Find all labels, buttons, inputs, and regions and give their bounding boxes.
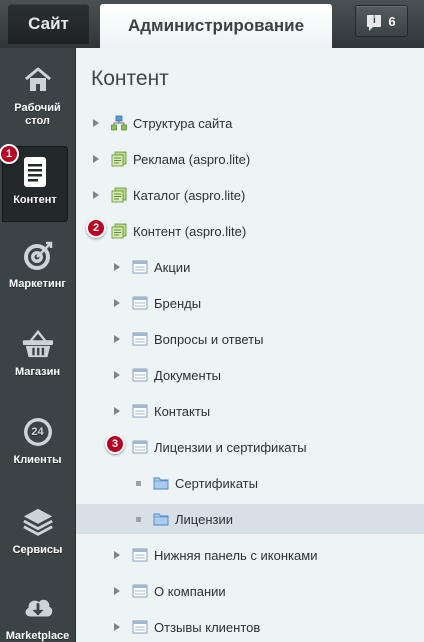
tab-site[interactable]: Сайт: [8, 4, 89, 44]
tree-item-contacts[interactable]: Контакты: [76, 396, 424, 426]
sidebar-item-label: Клиенты: [13, 454, 62, 466]
expand-arrow-icon[interactable]: [93, 119, 99, 127]
callout-badge-2: 2: [86, 218, 106, 238]
clients-24-icon-text: 24: [31, 425, 44, 438]
iblock-type-icon: [111, 187, 127, 203]
iblock-icon: [132, 368, 148, 382]
home-icon: [22, 64, 54, 96]
message-icon: i: [367, 15, 382, 31]
tree-item-about[interactable]: О компании: [76, 576, 424, 606]
tree-item-label: Отзывы клиентов: [154, 619, 261, 635]
tab-administration[interactable]: Администрирование: [100, 4, 332, 48]
document-icon: [19, 156, 51, 188]
sitemap-icon: [111, 115, 127, 131]
notifications-button[interactable]: i 6: [355, 5, 408, 37]
sidebar-item-label: Контент: [13, 194, 57, 206]
tree-item-content-aspro[interactable]: Контент (aspro.lite): [76, 216, 424, 246]
folder-icon: [153, 477, 169, 490]
expand-arrow-icon[interactable]: [114, 623, 120, 631]
tree-item-aktsii[interactable]: Акции: [76, 252, 424, 282]
iblock-icon: [132, 332, 148, 346]
folder-icon: [153, 513, 169, 526]
tree-item-reviews[interactable]: Отзывы клиентов: [76, 612, 424, 642]
iblock-icon: [132, 404, 148, 418]
tree-item-reklama[interactable]: Реклама (aspro.lite): [76, 144, 424, 174]
sidebar-item-label: Магазин: [14, 366, 61, 378]
callout-badge-3: 3: [105, 434, 125, 454]
tree-item-label: Каталог (aspro.lite): [133, 187, 246, 203]
tree-item-label: Акции: [154, 259, 191, 275]
iblock-icon: [132, 260, 148, 274]
sidebar-item-clients[interactable]: 24 Клиенты: [0, 416, 75, 492]
expand-arrow-icon[interactable]: [114, 299, 120, 307]
tree-item-label: О компании: [154, 583, 226, 599]
tree-item-label: Структура сайта: [133, 115, 233, 131]
callout-badge-1: 1: [0, 144, 19, 164]
tree-item-label: Лицензии: [175, 511, 233, 527]
iblock-type-icon: [111, 223, 127, 239]
cloud-download-icon: [22, 592, 54, 624]
layers-icon: [22, 506, 54, 538]
target-icon: [22, 240, 54, 272]
sidebar-item-label: Маркетинг: [9, 278, 66, 290]
sidebar-item-marketing[interactable]: Маркетинг: [0, 240, 75, 316]
expand-arrow-icon[interactable]: [114, 335, 120, 343]
sidebar-item-label: Сервисы: [12, 544, 63, 556]
tree-item-documents[interactable]: Документы: [76, 360, 424, 390]
expand-arrow-icon[interactable]: [114, 407, 120, 415]
expand-arrow-icon[interactable]: [93, 155, 99, 163]
content-panel: Контент Структура сайта Реклама (aspro.l…: [76, 48, 424, 642]
clients-24-icon: 24: [22, 416, 54, 448]
tree-item-label: Бренды: [154, 295, 202, 311]
top-bar: Сайт Администрирование i 6: [0, 0, 424, 48]
tree-item-label: Сертификаты: [175, 475, 258, 491]
tree-item-licenses-certificates[interactable]: Лицензии и сертификаты: [76, 432, 424, 462]
sidebar-item-shop[interactable]: Магазин: [0, 328, 75, 404]
tree-item-site-structure[interactable]: Структура сайта: [76, 108, 424, 138]
expand-arrow-icon[interactable]: [114, 587, 120, 595]
sidebar-item-desktop[interactable]: Рабочий стол: [0, 64, 75, 140]
sidebar-item-marketplace[interactable]: Marketplace: [0, 592, 75, 642]
tree-item-label: Вопросы и ответы: [154, 331, 264, 347]
bullet-icon: [136, 516, 141, 522]
tree-item-label: Лицензии и сертификаты: [154, 439, 307, 455]
page-title: Контент: [91, 67, 169, 90]
sidebar-item-label: Marketplace: [5, 630, 70, 642]
tree-item-label: Контакты: [154, 403, 211, 419]
tree-item-bottom-panel[interactable]: Нижняя панель с иконками: [76, 540, 424, 570]
basket-icon: [22, 328, 54, 360]
tree-item-certificates[interactable]: Сертификаты: [76, 468, 424, 498]
bullet-icon: [136, 480, 141, 486]
iblock-icon: [132, 296, 148, 310]
iblock-icon: [132, 620, 148, 634]
iblock-type-icon: [111, 151, 127, 167]
sidebar: Рабочий стол Контент Маркетинг Магазин 2…: [0, 48, 76, 642]
expand-arrow-icon[interactable]: [93, 191, 99, 199]
expand-arrow-icon[interactable]: [114, 551, 120, 559]
iblock-icon: [132, 584, 148, 598]
tree-item-brendy[interactable]: Бренды: [76, 288, 424, 318]
tree-item-label: Нижняя панель с иконками: [154, 547, 318, 563]
tree-item-faq[interactable]: Вопросы и ответы: [76, 324, 424, 354]
sidebar-item-services[interactable]: Сервисы: [0, 506, 75, 582]
iblock-icon: [132, 548, 148, 562]
expand-arrow-icon[interactable]: [114, 371, 120, 379]
tree-item-catalog[interactable]: Каталог (aspro.lite): [76, 180, 424, 210]
tree-item-licenses[interactable]: Лицензии: [76, 504, 424, 534]
tree-item-label: Контент (aspro.lite): [133, 223, 247, 239]
iblock-icon: [132, 440, 148, 454]
tree-item-label: Реклама (aspro.lite): [133, 151, 251, 167]
tree-item-label: Документы: [154, 367, 222, 383]
notifications-count: 6: [388, 13, 396, 29]
sidebar-item-label: Рабочий стол: [14, 102, 61, 127]
expand-arrow-icon[interactable]: [114, 263, 120, 271]
